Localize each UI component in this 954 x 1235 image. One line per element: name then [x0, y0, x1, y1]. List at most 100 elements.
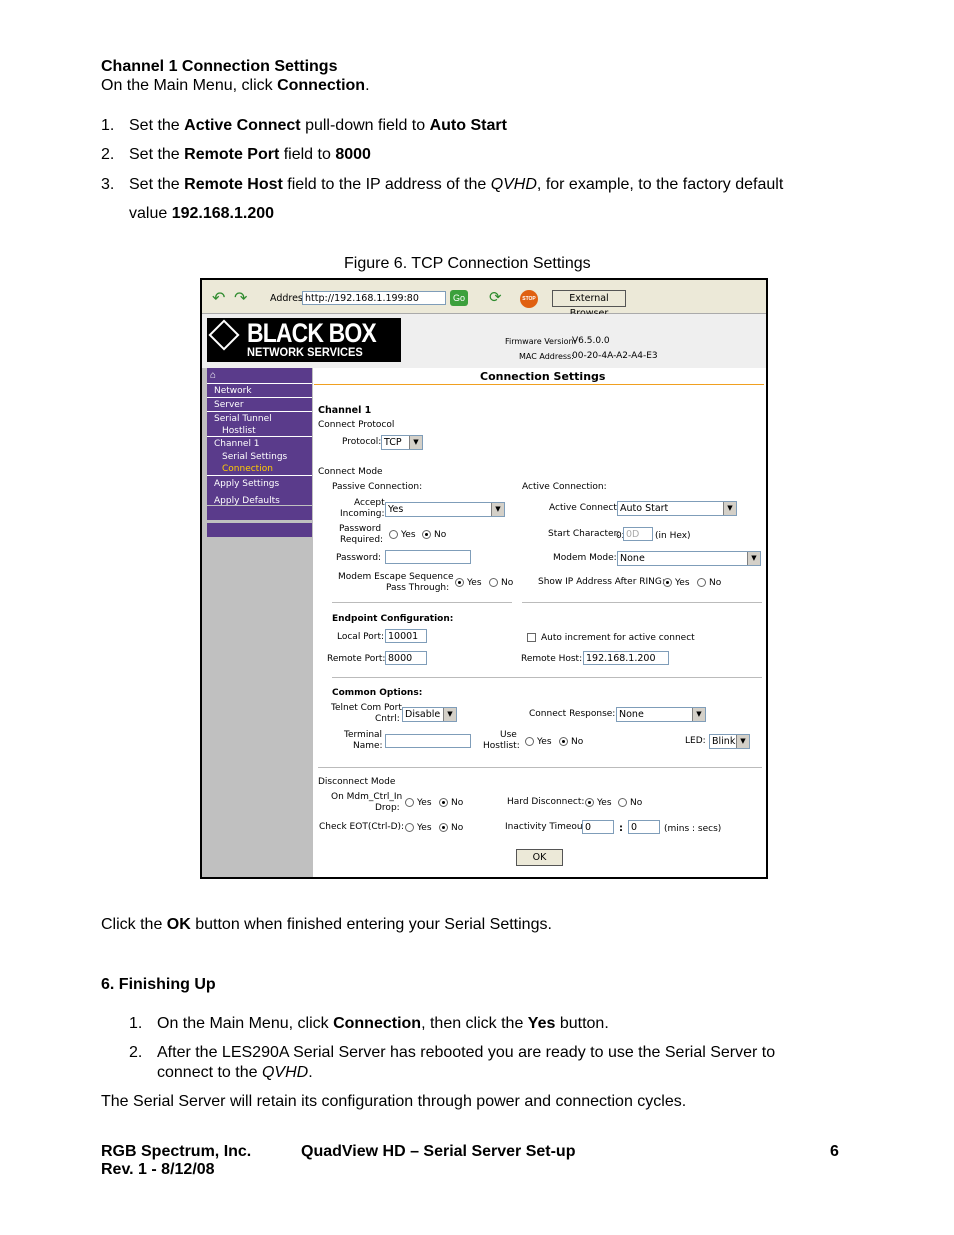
dropdown-arrow-icon: ▼ — [443, 708, 456, 721]
home-icon[interactable]: ⌂ — [210, 370, 216, 381]
radio-icon — [405, 823, 414, 832]
endpoint-heading: Endpoint Configuration: — [332, 614, 454, 624]
active-heading: Active Connection: — [522, 482, 607, 492]
firmware-label: Firmware Version: — [505, 337, 577, 346]
connect-response-select[interactable]: None ▼ — [616, 707, 706, 722]
nav-divider — [207, 436, 312, 437]
footer-title: QuadView HD – Serial Server Set-up — [301, 1143, 576, 1160]
address-input[interactable]: http://192.168.1.199:80 — [302, 291, 446, 305]
hostlist-yes[interactable]: Yes — [525, 737, 552, 748]
figure-caption: Figure 6. TCP Connection Settings — [344, 255, 591, 272]
go-button[interactable]: Go — [450, 290, 468, 306]
step-3-text: Set the Remote Host field to the IP addr… — [129, 176, 784, 193]
nav-network[interactable]: Network — [207, 386, 319, 396]
footer-company: RGB Spectrum, Inc. — [101, 1143, 252, 1160]
show-ip-yes[interactable]: Yes — [663, 578, 690, 589]
password-input[interactable] — [385, 550, 471, 564]
hard-disconnect-label: Hard Disconnect: — [507, 797, 585, 807]
dropdown-arrow-icon: ▼ — [491, 503, 504, 516]
hard-disconnect-no[interactable]: No — [618, 798, 642, 809]
nav-hostlist[interactable]: Hostlist — [207, 426, 327, 436]
nav-divider — [207, 411, 312, 412]
connect-mode-heading: Connect Mode — [318, 467, 383, 477]
escape-no[interactable]: No — [489, 578, 513, 589]
nav-divider — [207, 397, 312, 398]
finish-item-1-num: 1. — [129, 1015, 143, 1032]
refresh-icon[interactable]: ⟳ — [489, 288, 502, 306]
header-band: BLACK BOX NETWORK SERVICES Firmware Vers… — [202, 314, 766, 368]
mac-label: MAC Address: — [519, 352, 574, 361]
accept-incoming-select[interactable]: Yes ▼ — [385, 502, 505, 517]
stop-button[interactable]: STOP — [520, 290, 538, 308]
pw-required-label-2: Required: — [340, 535, 384, 545]
led-select[interactable]: Blink ▼ — [709, 734, 750, 749]
telnet-label-2: Cntrl: — [375, 714, 400, 724]
inactivity-min-input[interactable]: 0 — [582, 820, 614, 834]
nav-apply-defaults[interactable]: Apply Defaults — [207, 496, 319, 506]
protocol-select[interactable]: TCP ▼ — [381, 435, 423, 450]
step-1-text: Set the Active Connect pull-down field t… — [129, 117, 507, 134]
finish-item-2-cont: connect to the QVHD. — [157, 1064, 313, 1081]
active-connect-select[interactable]: Auto Start ▼ — [617, 501, 737, 516]
inactivity-unit: (mins : secs) — [664, 824, 722, 834]
radio-selected-icon — [559, 737, 568, 746]
remote-host-input[interactable]: 192.168.1.200 — [583, 651, 669, 665]
mdm-drop-label-2: Drop: — [375, 803, 400, 813]
show-ip-no[interactable]: No — [697, 578, 721, 589]
ok-button[interactable]: OK — [516, 849, 563, 866]
common-heading: Common Options: — [332, 688, 423, 698]
divider — [318, 767, 762, 768]
time-separator: : — [619, 823, 623, 834]
step-3-text-cont: value 192.168.1.200 — [129, 205, 275, 222]
connect-response-label: Connect Response: — [529, 709, 616, 719]
mac-value: 00-20-4A-A2-A4-E3 — [572, 351, 658, 361]
nav-connection[interactable]: Connection — [207, 464, 327, 474]
hard-disconnect-yes[interactable]: Yes — [585, 798, 612, 809]
dropdown-arrow-icon: ▼ — [747, 552, 760, 565]
hostlist-no[interactable]: No — [559, 737, 583, 748]
logo-main: BLACK BOX — [247, 318, 377, 348]
sidebar: ⌂ Network Server Serial Tunnel Hostlist … — [202, 368, 313, 877]
pw-required-no[interactable]: No — [422, 530, 446, 541]
browser-toolbar: ↶ ↷ Address http://192.168.1.199:80 Go ⟳… — [202, 280, 766, 319]
telnet-label: Telnet Com Port — [331, 703, 402, 713]
nav-serial-tunnel[interactable]: Serial Tunnel — [207, 414, 319, 424]
mdm-drop-no[interactable]: No — [439, 798, 463, 809]
telnet-select[interactable]: Disable ▼ — [402, 707, 457, 722]
terminal-name-input[interactable] — [385, 734, 471, 748]
remote-port-label: Remote Port: — [327, 654, 386, 664]
nav-channel-1[interactable]: Channel 1 — [207, 439, 319, 449]
escape-yes[interactable]: Yes — [455, 578, 482, 589]
remote-port-input[interactable]: 8000 — [385, 651, 427, 665]
radio-icon — [405, 798, 414, 807]
external-browser-button[interactable]: External Browser — [552, 290, 626, 319]
mdm-drop-yes[interactable]: Yes — [405, 798, 432, 809]
escape-label: Modem Escape Sequence — [338, 572, 454, 582]
disconnect-heading: Disconnect Mode — [318, 777, 396, 787]
inactivity-label: Inactivity Timeout: — [505, 822, 590, 832]
check-eot-yes[interactable]: Yes — [405, 823, 432, 834]
radio-selected-icon — [663, 578, 672, 587]
pw-required-yes[interactable]: Yes — [389, 530, 416, 541]
check-eot-no[interactable]: No — [439, 823, 463, 834]
forward-arrow-icon[interactable]: ↷ — [234, 288, 247, 308]
use-hostlist-label: Use — [500, 730, 517, 740]
back-arrow-icon[interactable]: ↶ — [212, 288, 225, 308]
finish-item-2-num: 2. — [129, 1044, 143, 1061]
remote-host-label: Remote Host: — [521, 654, 583, 664]
section6-heading: 6. Finishing Up — [101, 976, 216, 993]
modem-mode-select[interactable]: None ▼ — [617, 551, 761, 566]
nav-server[interactable]: Server — [207, 400, 319, 410]
radio-selected-icon — [439, 823, 448, 832]
divider — [332, 677, 762, 678]
radio-selected-icon — [422, 530, 431, 539]
radio-icon — [489, 578, 498, 587]
local-port-input[interactable]: 10001 — [385, 629, 427, 643]
nav-serial-settings[interactable]: Serial Settings — [207, 452, 327, 462]
auto-increment-checkbox[interactable]: Auto increment for active connect — [527, 633, 695, 644]
dropdown-arrow-icon: ▼ — [736, 735, 749, 748]
inactivity-sec-input[interactable]: 0 — [628, 820, 660, 834]
modem-mode-label: Modem Mode: — [553, 553, 617, 563]
nav-apply-settings[interactable]: Apply Settings — [207, 479, 319, 489]
start-char-input[interactable]: 0D — [623, 527, 653, 541]
